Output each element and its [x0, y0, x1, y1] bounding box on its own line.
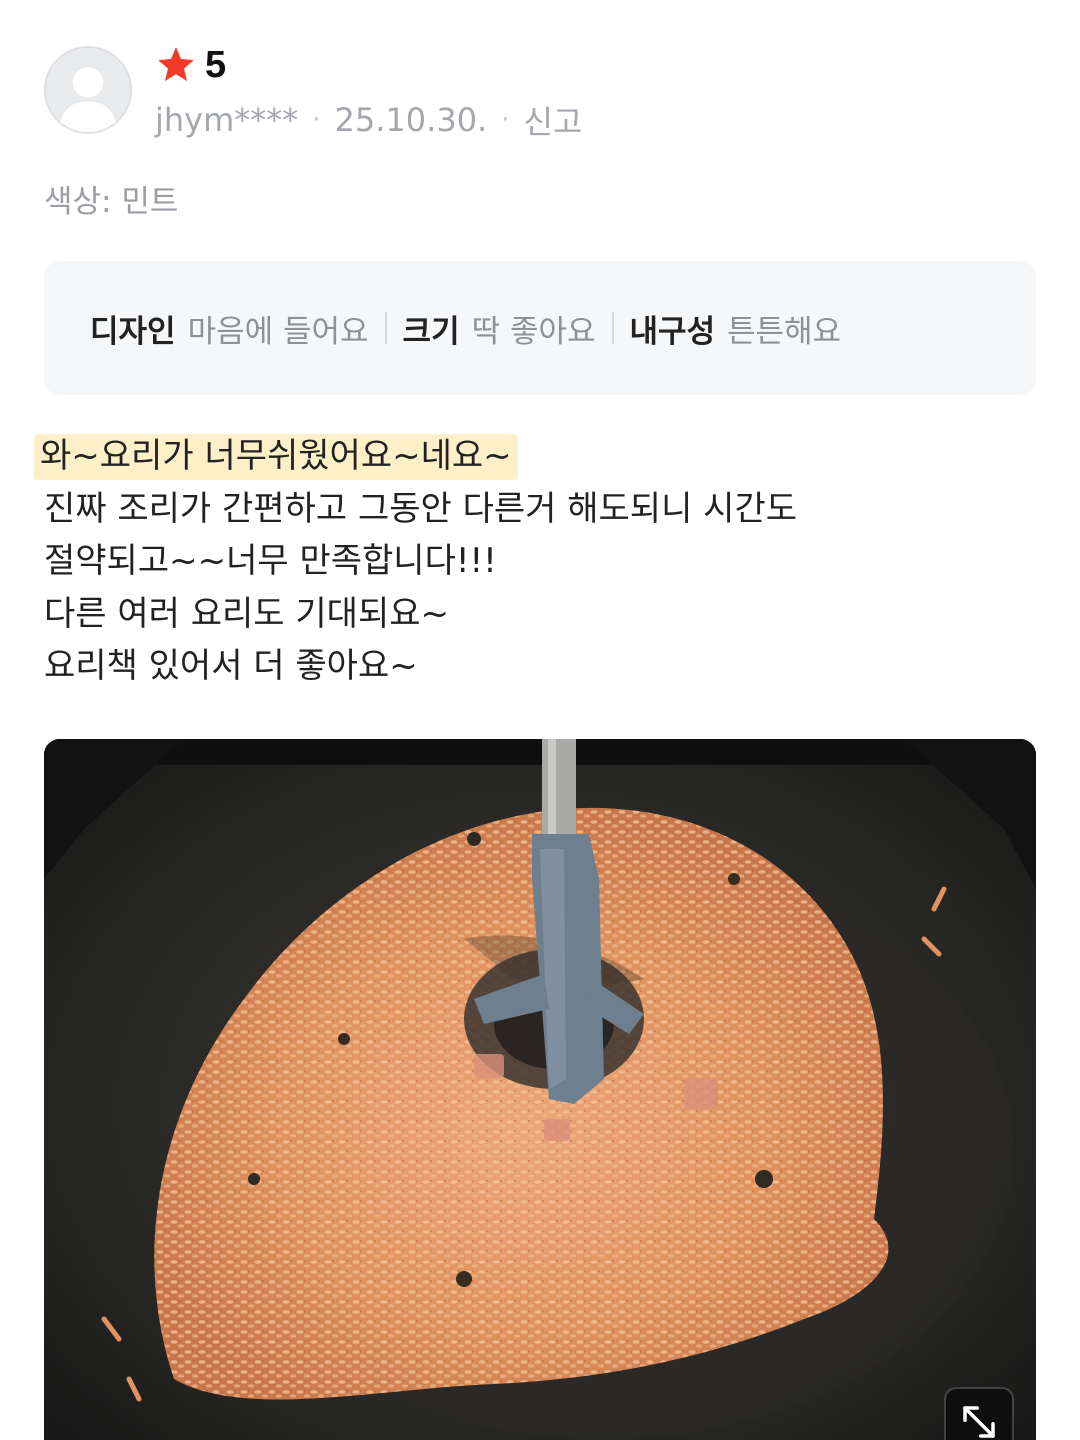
tag-key: 내구성 — [629, 313, 716, 350]
report-button[interactable]: 신고 — [523, 97, 582, 143]
tag-divider — [384, 312, 387, 344]
fried-rice-photo — [44, 739, 1036, 1440]
username: jhym**** — [155, 101, 299, 139]
product-option: 색상: 민트 — [44, 184, 179, 220]
highlighted-text: 와~요리가 너무쉬웠어요~네요~ — [34, 434, 518, 480]
tag-size: 크기 딱 좋아요 — [403, 306, 596, 351]
tag-durability: 내구성 튼튼해요 — [630, 306, 842, 351]
review-line: 절약되고~~너무 만족합니다!!! — [44, 541, 497, 581]
expand-arrows-icon — [963, 1406, 995, 1438]
review-tags: 디자인 마음에 들어요 크기 딱 좋아요 내구성 튼튼해요 — [44, 261, 1036, 395]
tag-value: 마음에 들어요 — [187, 313, 369, 350]
tag-design: 디자인 마음에 들어요 — [90, 306, 369, 351]
tag-value: 튼튼해요 — [727, 313, 842, 350]
review-body: 와~요리가 너무쉬웠어요~네요~ 진짜 조리가 간편하고 그동안 다른거 해도되… — [34, 430, 798, 693]
review-date: 25.10.30. — [334, 101, 488, 139]
tag-key: 크기 — [402, 313, 460, 350]
meta-separator: · — [312, 105, 321, 135]
rating: 5 — [155, 42, 226, 88]
tag-value: 딱 좋아요 — [471, 313, 596, 350]
tag-divider — [611, 312, 614, 344]
review-photo[interactable] — [44, 739, 1036, 1440]
review-line: 다른 여러 요리도 기대되요~ — [44, 593, 449, 634]
tag-key: 디자인 — [90, 313, 176, 350]
avatar[interactable] — [44, 46, 132, 134]
review-line: 진짜 조리가 간편하고 그동안 다른거 해도되니 시간도 — [44, 488, 798, 529]
star-icon — [158, 47, 194, 82]
review-meta: jhym**** · 25.10.30. · 신고 — [155, 98, 582, 142]
rating-score: 5 — [205, 43, 227, 86]
review-line: 요리책 있어서 더 좋아요~ — [44, 646, 418, 686]
default-user-icon — [46, 48, 130, 132]
expand-photo-button[interactable] — [944, 1387, 1014, 1440]
review-line: 와~요리가 너무쉬웠어요~네요~ — [34, 430, 797, 483]
meta-separator: · — [501, 105, 510, 135]
